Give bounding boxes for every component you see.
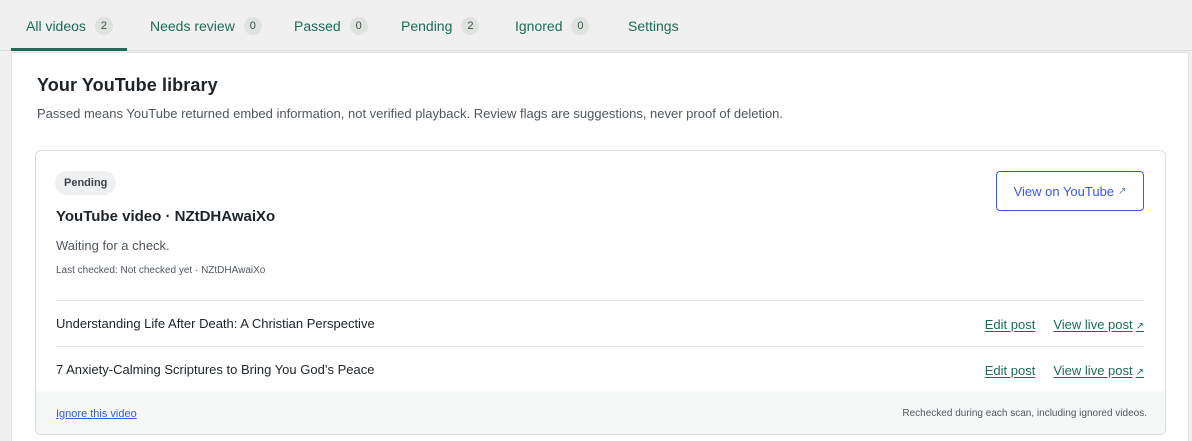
external-link-icon: ↗: [1118, 185, 1127, 197]
post-row: Understanding Life After Death: A Christ…: [56, 300, 1144, 346]
tab-label: Ignored: [515, 17, 563, 34]
library-panel: Your YouTube library Passed means YouTub…: [11, 52, 1189, 441]
tab-pending[interactable]: Pending 2: [401, 0, 480, 51]
video-card: Pending YouTube video · NZtDHAwaiXo Wait…: [35, 150, 1166, 435]
page-title: Your YouTube library: [37, 75, 218, 95]
tab-label: Settings: [628, 17, 679, 34]
view-live-post-link[interactable]: View live post ↗: [1053, 363, 1144, 378]
tab-label: All videos: [26, 17, 86, 34]
library-description: Passed means YouTube returned embed info…: [37, 106, 784, 121]
post-actions: Edit post View live post ↗: [985, 301, 1144, 347]
status-badge: Pending: [55, 171, 117, 195]
tab-ignored[interactable]: Ignored 0: [515, 0, 590, 51]
edit-post-link[interactable]: Edit post: [985, 317, 1036, 332]
tab-label: Pending: [401, 17, 453, 34]
tab-needs-review[interactable]: Needs review 0: [150, 0, 262, 51]
tab-label: Passed: [294, 17, 341, 34]
post-title: 7 Anxiety-Calming Scriptures to Bring Yo…: [56, 362, 375, 377]
ignore-video-link[interactable]: Ignore this video: [56, 408, 137, 420]
tab-count-badge: 0: [243, 16, 262, 35]
edit-post-link[interactable]: Edit post: [985, 363, 1036, 378]
view-on-youtube-label: View on YouTube: [1013, 183, 1115, 199]
post-actions: Edit post View live post ↗: [985, 347, 1144, 393]
post-title: Understanding Life After Death: A Christ…: [56, 316, 375, 331]
tab-count-badge: 2: [94, 16, 113, 35]
tab-label: Needs review: [150, 17, 235, 34]
tab-settings[interactable]: Settings: [628, 0, 679, 51]
tab-count-badge: 2: [461, 16, 480, 35]
tab-passed[interactable]: Passed 0: [294, 0, 368, 51]
video-title: YouTube video · NZtDHAwaiXo: [56, 208, 276, 225]
tab-count-badge: 0: [349, 16, 368, 35]
view-live-post-label: View live post: [1053, 316, 1133, 332]
external-link-icon: ↗: [1135, 320, 1144, 332]
tab-count-badge: 0: [571, 16, 590, 35]
filter-tabs: All videos 2 Needs review 0 Passed 0 Pen…: [0, 0, 1192, 51]
video-card-footer: Ignore this video Rechecked during each …: [36, 391, 1165, 434]
tab-all-videos[interactable]: All videos 2: [11, 0, 127, 51]
video-status-text: Waiting for a check.: [56, 238, 170, 253]
video-meta: Last checked: Not checked yet · NZtDHAwa…: [56, 265, 266, 276]
view-live-post-label: View live post: [1053, 362, 1133, 378]
post-row: 7 Anxiety-Calming Scriptures to Bring Yo…: [56, 346, 1144, 392]
recheck-note: Rechecked during each scan, including ig…: [902, 408, 1147, 419]
view-live-post-link[interactable]: View live post ↗: [1053, 317, 1144, 332]
external-link-icon: ↗: [1135, 366, 1144, 378]
view-on-youtube-button[interactable]: View on YouTube ↗: [996, 171, 1144, 211]
